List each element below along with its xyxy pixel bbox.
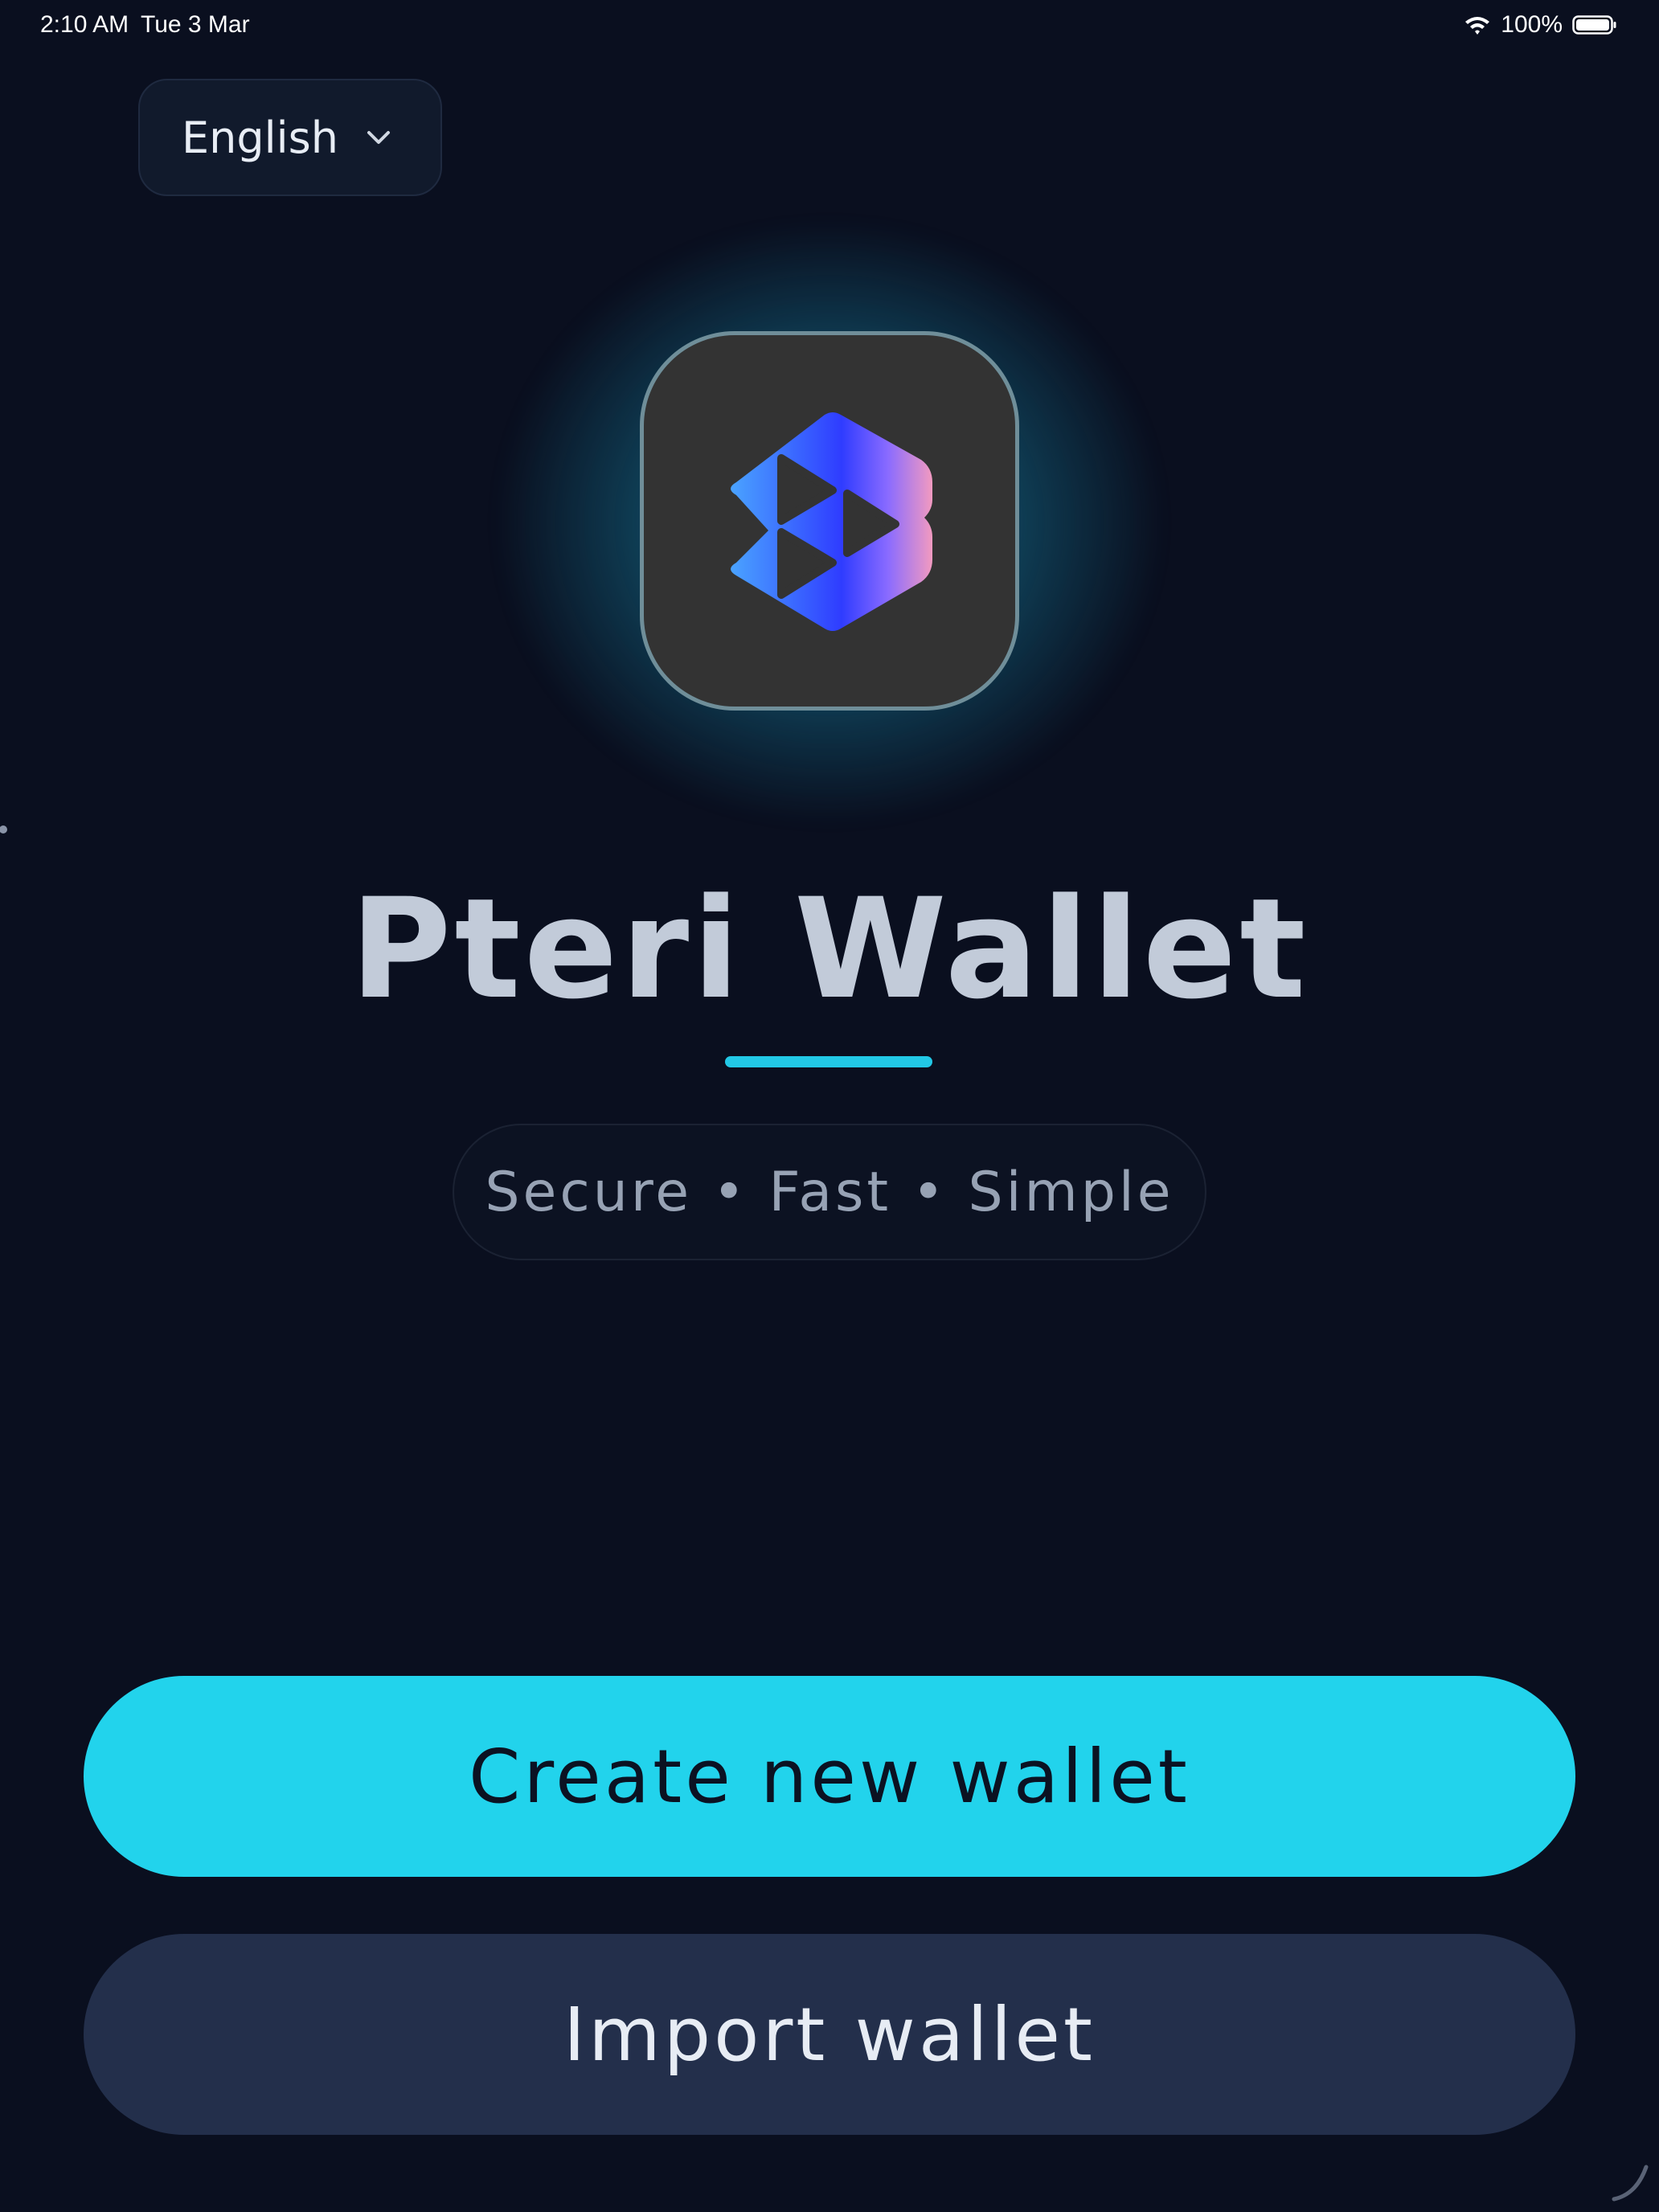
status-date: Tue 3 Mar [141,11,250,38]
status-bar: 2:10 AM Tue 3 Mar 100% [0,0,1659,51]
create-wallet-button[interactable]: Create new wallet [84,1676,1575,1877]
tagline-text: Secure • Fast • Simple [485,1160,1174,1224]
app-title: Pteri Wallet [350,868,1309,1030]
edge-indicator-icon [0,825,7,834]
battery-percentage: 100% [1501,11,1563,38]
battery-icon [1572,15,1616,35]
title-underline [725,1056,932,1067]
language-selector-value: English [182,112,338,163]
import-wallet-button[interactable]: Import wallet [84,1934,1575,2135]
language-selector[interactable]: English [138,79,442,196]
import-wallet-label: Import wallet [563,1991,1096,2078]
wifi-icon [1465,17,1490,35]
status-indicators: 100% [1464,11,1617,39]
welcome-screen: 2:10 AM Tue 3 Mar 100% English Pteri Wal… [0,0,1659,2212]
tagline-badge: Secure • Fast • Simple [453,1124,1206,1260]
resize-handle-icon[interactable] [1609,2162,1651,2204]
create-wallet-label: Create new wallet [469,1733,1190,1820]
chevron-down-icon [367,131,390,144]
pteri-logo-icon [731,412,932,631]
status-time: 2:10 AM [40,11,129,38]
